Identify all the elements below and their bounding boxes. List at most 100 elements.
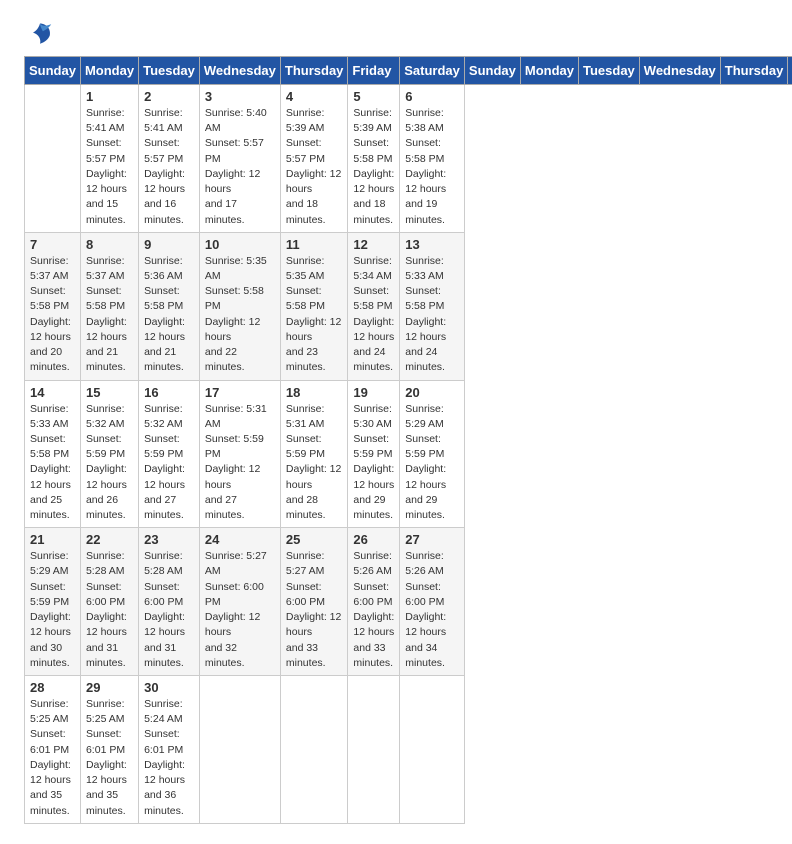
calendar-week-2: 7 Sunrise: 5:37 AM Sunset: 5:58 PM Daylig… <box>25 232 792 380</box>
day-number: 3 <box>205 89 275 104</box>
calendar-cell: 16 Sunrise: 5:32 AM Sunset: 5:59 PM Dayli… <box>139 380 200 528</box>
day-number: 22 <box>86 532 133 547</box>
day-info: Sunrise: 5:29 AM Sunset: 5:59 PM Dayligh… <box>405 402 459 524</box>
day-info: Sunrise: 5:41 AM Sunset: 5:57 PM Dayligh… <box>144 106 194 228</box>
calendar-cell: 8 Sunrise: 5:37 AM Sunset: 5:58 PM Daylig… <box>80 232 138 380</box>
day-number: 4 <box>286 89 343 104</box>
header-tuesday: Tuesday <box>139 57 200 85</box>
day-info: Sunrise: 5:31 AM Sunset: 5:59 PM Dayligh… <box>286 402 343 524</box>
day-number: 2 <box>144 89 194 104</box>
calendar-cell: 21 Sunrise: 5:29 AM Sunset: 5:59 PM Dayli… <box>25 528 81 676</box>
day-info: Sunrise: 5:37 AM Sunset: 5:58 PM Dayligh… <box>86 254 133 376</box>
day-info: Sunrise: 5:33 AM Sunset: 5:58 PM Dayligh… <box>30 402 75 524</box>
day-info: Sunrise: 5:37 AM Sunset: 5:58 PM Dayligh… <box>30 254 75 376</box>
day-number: 26 <box>353 532 394 547</box>
header-friday: Friday <box>348 57 400 85</box>
logo-bird-icon <box>26 20 54 48</box>
calendar-cell: 23 Sunrise: 5:28 AM Sunset: 6:00 PM Dayli… <box>139 528 200 676</box>
day-number: 6 <box>405 89 459 104</box>
calendar-cell: 28Sunrise: 5:25 AM Sunset: 6:01 PM Dayli… <box>25 676 81 824</box>
calendar-cell: 17 Sunrise: 5:31 AM Sunset: 5:59 PM Dayli… <box>199 380 280 528</box>
header-thursday: Thursday <box>280 57 348 85</box>
calendar-cell: 11 Sunrise: 5:35 AM Sunset: 5:58 PM Dayli… <box>280 232 348 380</box>
day-info: Sunrise: 5:30 AM Sunset: 5:59 PM Dayligh… <box>353 402 394 524</box>
day-info: Sunrise: 5:24 AM Sunset: 6:01 PM Dayligh… <box>144 697 194 819</box>
calendar-week-1: 1 Sunrise: 5:41 AM Sunset: 5:57 PM Daylig… <box>25 85 792 233</box>
calendar-cell: 13 Sunrise: 5:33 AM Sunset: 5:58 PM Dayli… <box>400 232 465 380</box>
calendar-cell: 9Sunrise: 5:36 AM Sunset: 5:58 PM Daylig… <box>139 232 200 380</box>
header-sunday: Sunday <box>25 57 81 85</box>
day-info: Sunrise: 5:25 AM Sunset: 6:01 PM Dayligh… <box>86 697 133 819</box>
day-info: Sunrise: 5:39 AM Sunset: 5:58 PM Dayligh… <box>353 106 394 228</box>
calendar-cell: 26 Sunrise: 5:26 AM Sunset: 6:00 PM Dayli… <box>348 528 400 676</box>
day-number: 16 <box>144 385 194 400</box>
header-day-sunday: Sunday <box>464 57 520 85</box>
day-number: 7 <box>30 237 75 252</box>
day-info: Sunrise: 5:26 AM Sunset: 6:00 PM Dayligh… <box>353 549 394 671</box>
day-number: 14 <box>30 385 75 400</box>
day-number: 29 <box>86 680 133 695</box>
calendar-cell: 29 Sunrise: 5:25 AM Sunset: 6:01 PM Dayli… <box>80 676 138 824</box>
day-number: 13 <box>405 237 459 252</box>
day-number: 1 <box>86 89 133 104</box>
calendar-cell: 25Sunrise: 5:27 AM Sunset: 6:00 PM Dayli… <box>280 528 348 676</box>
day-number: 10 <box>205 237 275 252</box>
header-day-wednesday: Wednesday <box>639 57 720 85</box>
day-info: Sunrise: 5:26 AM Sunset: 6:00 PM Dayligh… <box>405 549 459 671</box>
calendar-cell: 18 Sunrise: 5:31 AM Sunset: 5:59 PM Dayli… <box>280 380 348 528</box>
day-number: 25 <box>286 532 343 547</box>
calendar-cell: 5 Sunrise: 5:39 AM Sunset: 5:58 PM Daylig… <box>348 85 400 233</box>
day-info: Sunrise: 5:35 AM Sunset: 5:58 PM Dayligh… <box>205 254 275 376</box>
calendar-cell: 14 Sunrise: 5:33 AM Sunset: 5:58 PM Dayli… <box>25 380 81 528</box>
day-number: 15 <box>86 385 133 400</box>
calendar-cell: 15 Sunrise: 5:32 AM Sunset: 5:59 PM Dayli… <box>80 380 138 528</box>
calendar-cell: 19Sunrise: 5:30 AM Sunset: 5:59 PM Dayli… <box>348 380 400 528</box>
day-info: Sunrise: 5:28 AM Sunset: 6:00 PM Dayligh… <box>86 549 133 671</box>
day-number: 8 <box>86 237 133 252</box>
calendar-cell <box>400 676 465 824</box>
header-wednesday: Wednesday <box>199 57 280 85</box>
day-number: 24 <box>205 532 275 547</box>
day-number: 5 <box>353 89 394 104</box>
calendar-cell: 7 Sunrise: 5:37 AM Sunset: 5:58 PM Daylig… <box>25 232 81 380</box>
day-info: Sunrise: 5:31 AM Sunset: 5:59 PM Dayligh… <box>205 402 275 524</box>
day-info: Sunrise: 5:25 AM Sunset: 6:01 PM Dayligh… <box>30 697 75 819</box>
header-day-thursday: Thursday <box>720 57 788 85</box>
calendar-cell: 22 Sunrise: 5:28 AM Sunset: 6:00 PM Dayli… <box>80 528 138 676</box>
day-info: Sunrise: 5:32 AM Sunset: 5:59 PM Dayligh… <box>86 402 133 524</box>
calendar-header-row: SundayMondayTuesdayWednesdayThursdayFrid… <box>25 57 792 85</box>
day-number: 20 <box>405 385 459 400</box>
calendar-cell: 30Sunrise: 5:24 AM Sunset: 6:01 PM Dayli… <box>139 676 200 824</box>
day-info: Sunrise: 5:34 AM Sunset: 5:58 PM Dayligh… <box>353 254 394 376</box>
calendar-cell: 24 Sunrise: 5:27 AM Sunset: 6:00 PM Dayli… <box>199 528 280 676</box>
calendar-week-3: 14 Sunrise: 5:33 AM Sunset: 5:58 PM Dayli… <box>25 380 792 528</box>
day-info: Sunrise: 5:27 AM Sunset: 6:00 PM Dayligh… <box>205 549 275 671</box>
day-info: Sunrise: 5:35 AM Sunset: 5:58 PM Dayligh… <box>286 254 343 376</box>
calendar-week-4: 21 Sunrise: 5:29 AM Sunset: 5:59 PM Dayli… <box>25 528 792 676</box>
day-number: 23 <box>144 532 194 547</box>
day-number: 21 <box>30 532 75 547</box>
day-info: Sunrise: 5:40 AM Sunset: 5:57 PM Dayligh… <box>205 106 275 228</box>
header-day-tuesday: Tuesday <box>579 57 640 85</box>
calendar-cell: 10 Sunrise: 5:35 AM Sunset: 5:58 PM Dayli… <box>199 232 280 380</box>
calendar-week-5: 28Sunrise: 5:25 AM Sunset: 6:01 PM Dayli… <box>25 676 792 824</box>
calendar-cell <box>348 676 400 824</box>
day-number: 18 <box>286 385 343 400</box>
day-info: Sunrise: 5:36 AM Sunset: 5:58 PM Dayligh… <box>144 254 194 376</box>
day-info: Sunrise: 5:28 AM Sunset: 6:00 PM Dayligh… <box>144 549 194 671</box>
calendar-cell <box>280 676 348 824</box>
header-monday: Monday <box>80 57 138 85</box>
day-info: Sunrise: 5:32 AM Sunset: 5:59 PM Dayligh… <box>144 402 194 524</box>
day-info: Sunrise: 5:33 AM Sunset: 5:58 PM Dayligh… <box>405 254 459 376</box>
day-number: 12 <box>353 237 394 252</box>
day-number: 17 <box>205 385 275 400</box>
day-number: 27 <box>405 532 459 547</box>
calendar-cell: 6 Sunrise: 5:38 AM Sunset: 5:58 PM Daylig… <box>400 85 465 233</box>
calendar-cell: 3 Sunrise: 5:40 AM Sunset: 5:57 PM Daylig… <box>199 85 280 233</box>
header-day-monday: Monday <box>520 57 578 85</box>
day-info: Sunrise: 5:38 AM Sunset: 5:58 PM Dayligh… <box>405 106 459 228</box>
day-info: Sunrise: 5:41 AM Sunset: 5:57 PM Dayligh… <box>86 106 133 228</box>
calendar-cell <box>25 85 81 233</box>
day-info: Sunrise: 5:29 AM Sunset: 5:59 PM Dayligh… <box>30 549 75 671</box>
day-number: 11 <box>286 237 343 252</box>
